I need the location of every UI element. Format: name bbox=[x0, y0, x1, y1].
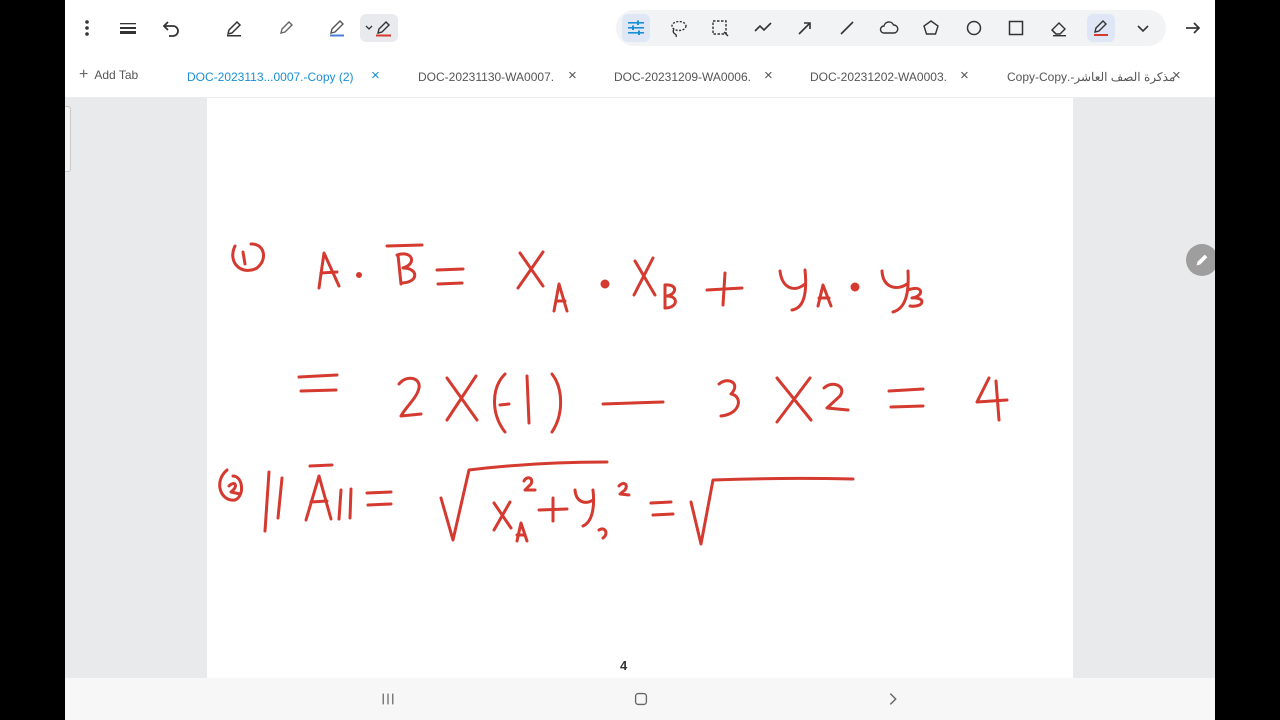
tab-doc-20231202[interactable]: DOC-20231202-WA0003. × bbox=[810, 68, 973, 86]
pen-icon[interactable] bbox=[220, 14, 248, 42]
more-icon[interactable] bbox=[73, 14, 101, 42]
tab-memo-copy[interactable]: مذكرة الصف العاشر-.Copy-Copy × bbox=[1007, 68, 1185, 86]
tab-label: DOC-20231130-WA0007. bbox=[418, 70, 555, 84]
lasso-icon[interactable] bbox=[664, 14, 692, 42]
arrow-icon[interactable] bbox=[791, 14, 819, 42]
document-page[interactable]: 4 bbox=[207, 98, 1073, 678]
tab-label: DOC-2023113...0007.-Copy (2) bbox=[187, 70, 354, 84]
circle-icon[interactable] bbox=[960, 14, 988, 42]
close-icon[interactable]: × bbox=[764, 68, 773, 84]
select-rect-icon[interactable] bbox=[706, 14, 734, 42]
pentagon-icon[interactable] bbox=[917, 14, 945, 42]
pencil-icon[interactable] bbox=[272, 14, 300, 42]
freehand-line-icon[interactable] bbox=[749, 14, 777, 42]
add-tab-button[interactable]: + Add Tab bbox=[79, 66, 139, 83]
line-icon[interactable] bbox=[833, 14, 861, 42]
red-pen-icon[interactable] bbox=[1087, 14, 1115, 42]
tab-doc-20231209[interactable]: DOC-20231209-WA0006. × bbox=[614, 68, 777, 86]
close-icon[interactable]: × bbox=[960, 68, 969, 84]
line-thickness-icon[interactable] bbox=[114, 14, 142, 42]
close-icon[interactable]: × bbox=[371, 68, 380, 84]
highlighter-icon[interactable] bbox=[323, 14, 351, 42]
close-icon[interactable]: × bbox=[568, 68, 577, 84]
handwritten-ink bbox=[218, 242, 1009, 546]
edit-fab-button[interactable] bbox=[1186, 244, 1215, 276]
add-tab-label: Add Tab bbox=[94, 68, 139, 82]
sidebar-handle[interactable] bbox=[65, 106, 71, 172]
undo-icon[interactable] bbox=[157, 14, 185, 42]
cloud-icon[interactable] bbox=[875, 14, 903, 42]
adjust-icon[interactable] bbox=[622, 14, 650, 42]
close-icon[interactable]: × bbox=[1172, 68, 1181, 84]
tab-doc-copy-2[interactable]: DOC-2023113...0007.-Copy (2) × bbox=[187, 68, 385, 86]
shape-tool-group bbox=[616, 10, 1166, 46]
forward-arrow-icon[interactable] bbox=[1179, 14, 1207, 42]
app-window: + Add Tab DOC-2023113...0007.-Copy (2) ×… bbox=[65, 0, 1215, 720]
page-number: 4 bbox=[620, 658, 628, 673]
square-icon[interactable] bbox=[1002, 14, 1030, 42]
tab-bar: + Add Tab DOC-2023113...0007.-Copy (2) ×… bbox=[65, 56, 1215, 98]
tab-label: مذكرة الصف العاشر-.Copy-Copy bbox=[1007, 70, 1176, 84]
eraser-icon[interactable] bbox=[1045, 14, 1073, 42]
tab-doc-20231130[interactable]: DOC-20231130-WA0007. × bbox=[418, 68, 581, 86]
plus-icon: + bbox=[79, 66, 89, 83]
chevron-down-icon[interactable] bbox=[1129, 14, 1157, 42]
toolbar bbox=[65, 0, 1215, 56]
back-icon[interactable] bbox=[881, 688, 905, 710]
pen-color-dropdown-icon[interactable] bbox=[360, 14, 398, 42]
system-nav-bar bbox=[65, 678, 1215, 720]
recents-icon[interactable] bbox=[376, 688, 400, 710]
document-canvas[interactable]: 4 bbox=[65, 98, 1215, 678]
home-icon[interactable] bbox=[629, 688, 653, 710]
tab-label: DOC-20231202-WA0003. bbox=[810, 70, 947, 84]
edit-pencil-icon bbox=[1196, 254, 1208, 266]
tab-label: DOC-20231209-WA0006. bbox=[614, 70, 751, 84]
